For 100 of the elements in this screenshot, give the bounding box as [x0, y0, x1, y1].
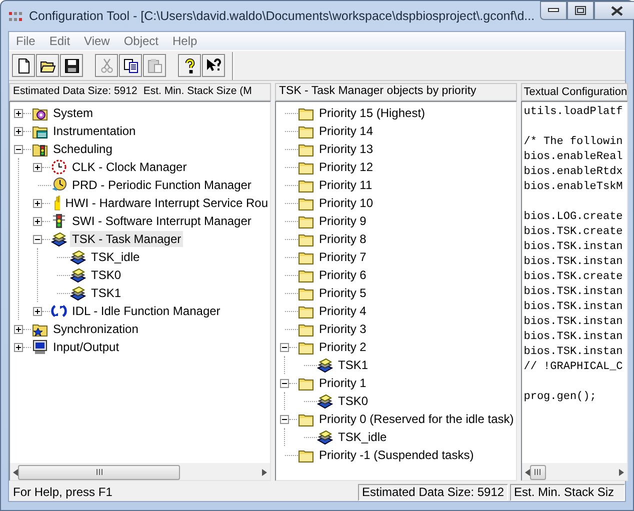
plus-icon — [15, 128, 22, 134]
app-icon — [8, 10, 24, 24]
tree-item[interactable]: SWI - Software Interrupt Manager — [70, 213, 254, 229]
collapse-button[interactable] — [280, 414, 289, 424]
tree-item[interactable]: TSK1 — [89, 285, 124, 301]
tree-item[interactable]: TSK0 — [89, 267, 124, 283]
minimize-button[interactable] — [540, 1, 567, 20]
code-line: bios.enableTskM — [524, 180, 624, 195]
horizontal-scrollbar[interactable] — [10, 463, 270, 480]
expand-button[interactable] — [33, 162, 42, 172]
tree-item[interactable]: Priority 15 (Highest) — [317, 105, 428, 121]
status-text: Estimated Data Size: 5912 — [358, 484, 508, 500]
question-mark-button[interactable] — [178, 54, 201, 77]
scroll-right-icon[interactable] — [618, 468, 624, 476]
close-button[interactable] — [594, 1, 634, 20]
tree-item[interactable]: TSK0 — [336, 393, 370, 409]
tree-item[interactable]: Priority 2 — [317, 339, 368, 355]
expand-button[interactable] — [14, 324, 23, 334]
tree-item[interactable]: Priority 3 — [317, 321, 368, 337]
code-line: bios.enableRtdx — [524, 165, 624, 180]
tree-item[interactable]: Priority -1 (Suspended tasks) — [317, 447, 476, 463]
expand-button[interactable] — [33, 306, 42, 316]
scissors-icon — [98, 58, 114, 74]
code-line: bios.TSK.instan — [524, 330, 624, 345]
tree-item[interactable]: Priority 4 — [317, 303, 368, 319]
expand-button[interactable] — [14, 126, 23, 136]
new-file-button[interactable] — [12, 54, 35, 77]
code-line: bios.TSK.create — [524, 270, 624, 285]
tree-item[interactable]: Priority 9 — [317, 213, 368, 229]
window-title: Configuration Tool - [C:\Users\david.waldo\Documents\workspace\dspbiosproject\.gconf\d... — [29, 8, 535, 25]
tree-item[interactable]: Priority 14 — [317, 123, 376, 139]
pointer-question-button[interactable] — [202, 54, 225, 77]
clock-icon — [51, 159, 67, 175]
expand-button[interactable] — [33, 216, 42, 226]
tree-item[interactable]: Input/Output — [51, 339, 122, 355]
book-stack-icon — [51, 231, 67, 247]
tree-item[interactable]: Priority 13 — [317, 141, 376, 157]
code-line: bios.TSK.instan — [524, 240, 624, 255]
code-line: // !GRAPHICAL_C — [524, 360, 624, 375]
copy-icon — [122, 58, 138, 74]
code-line: bios.TSK.instan — [524, 255, 624, 270]
tree-item[interactable]: CLK - Clock Manager — [70, 159, 189, 175]
tree-item[interactable]: Priority 7 — [317, 249, 368, 265]
collapse-button[interactable] — [280, 378, 289, 388]
plus-icon — [34, 218, 41, 224]
tree-item[interactable]: Priority 8 — [317, 231, 368, 247]
expand-button[interactable] — [14, 108, 23, 118]
code-line: /* The followin — [524, 135, 624, 150]
tree-item[interactable]: Priority 10 — [317, 195, 376, 211]
status-text: For Help, press F1 — [12, 484, 114, 501]
floppy-disk-button[interactable] — [60, 54, 83, 77]
tree-item[interactable]: TSK - Task Manager — [70, 231, 184, 247]
tree-item[interactable]: TSK_idle — [89, 249, 142, 265]
menu-item[interactable]: Edit — [42, 32, 78, 50]
code-line: bios.TSK.instan — [524, 345, 624, 360]
close-icon — [610, 6, 623, 16]
open-folder-button[interactable] — [36, 54, 59, 77]
expand-button[interactable] — [14, 342, 23, 352]
scroll-thumb[interactable] — [18, 464, 180, 480]
tree-item[interactable]: System — [51, 105, 96, 121]
tree-item[interactable]: Instrumentation — [51, 123, 138, 139]
code-line: bios.TSK.instan — [524, 300, 624, 315]
header-label: Textual Configuration — [524, 84, 627, 100]
menu-item[interactable]: View — [77, 32, 117, 50]
collapse-button[interactable] — [33, 234, 42, 244]
scroll-right-icon[interactable] — [262, 468, 267, 476]
code-line: bios.TSK.create — [524, 225, 624, 240]
copy-button[interactable] — [119, 54, 142, 77]
plus-icon — [34, 164, 41, 170]
code-line: bios.TSK.instan — [524, 285, 624, 300]
horizontal-scrollbar[interactable] — [522, 463, 627, 480]
collapse-button[interactable] — [14, 144, 23, 154]
tree-item[interactable]: TSK1 — [336, 357, 370, 373]
tree-item[interactable]: Priority 6 — [317, 267, 368, 283]
clock-icon — [51, 177, 67, 193]
menu-item[interactable]: Object — [116, 32, 166, 50]
menu-item[interactable]: File — [9, 32, 42, 50]
tree-item[interactable]: HWI - Hardware Interrupt Service Rou — [63, 195, 270, 211]
tree-item[interactable]: Priority 5 — [317, 285, 368, 301]
expand-button[interactable] — [33, 198, 42, 208]
maximize-button[interactable] — [566, 1, 594, 20]
header-label: Estimated Data Size: 5912 — [13, 84, 138, 100]
tree-item[interactable]: PRD - Periodic Function Manager — [70, 177, 254, 193]
tree-item[interactable]: Priority 11 — [317, 177, 374, 193]
tree-item[interactable]: Synchronization — [51, 321, 140, 337]
tree-item[interactable]: Priority 0 (Reserved for the idle task) — [317, 411, 516, 427]
menu-item[interactable]: Help — [166, 32, 204, 50]
pointer-question-icon — [206, 58, 222, 74]
tree-item[interactable]: Scheduling — [51, 141, 114, 157]
traffic-light-icon — [51, 213, 67, 229]
collapse-button[interactable] — [280, 342, 289, 352]
clipboard-icon — [146, 58, 162, 74]
tree-item[interactable]: TSK_idle — [336, 429, 389, 445]
tree-item[interactable]: IDL - Idle Function Manager — [70, 303, 222, 319]
minimize-icon — [548, 8, 559, 13]
scroll-thumb[interactable] — [530, 464, 546, 480]
code-line: bios.enableReal — [524, 150, 624, 165]
new-file-icon — [16, 58, 32, 74]
tree-item[interactable]: Priority 1 — [317, 375, 368, 391]
tree-item[interactable]: Priority 12 — [317, 159, 376, 175]
